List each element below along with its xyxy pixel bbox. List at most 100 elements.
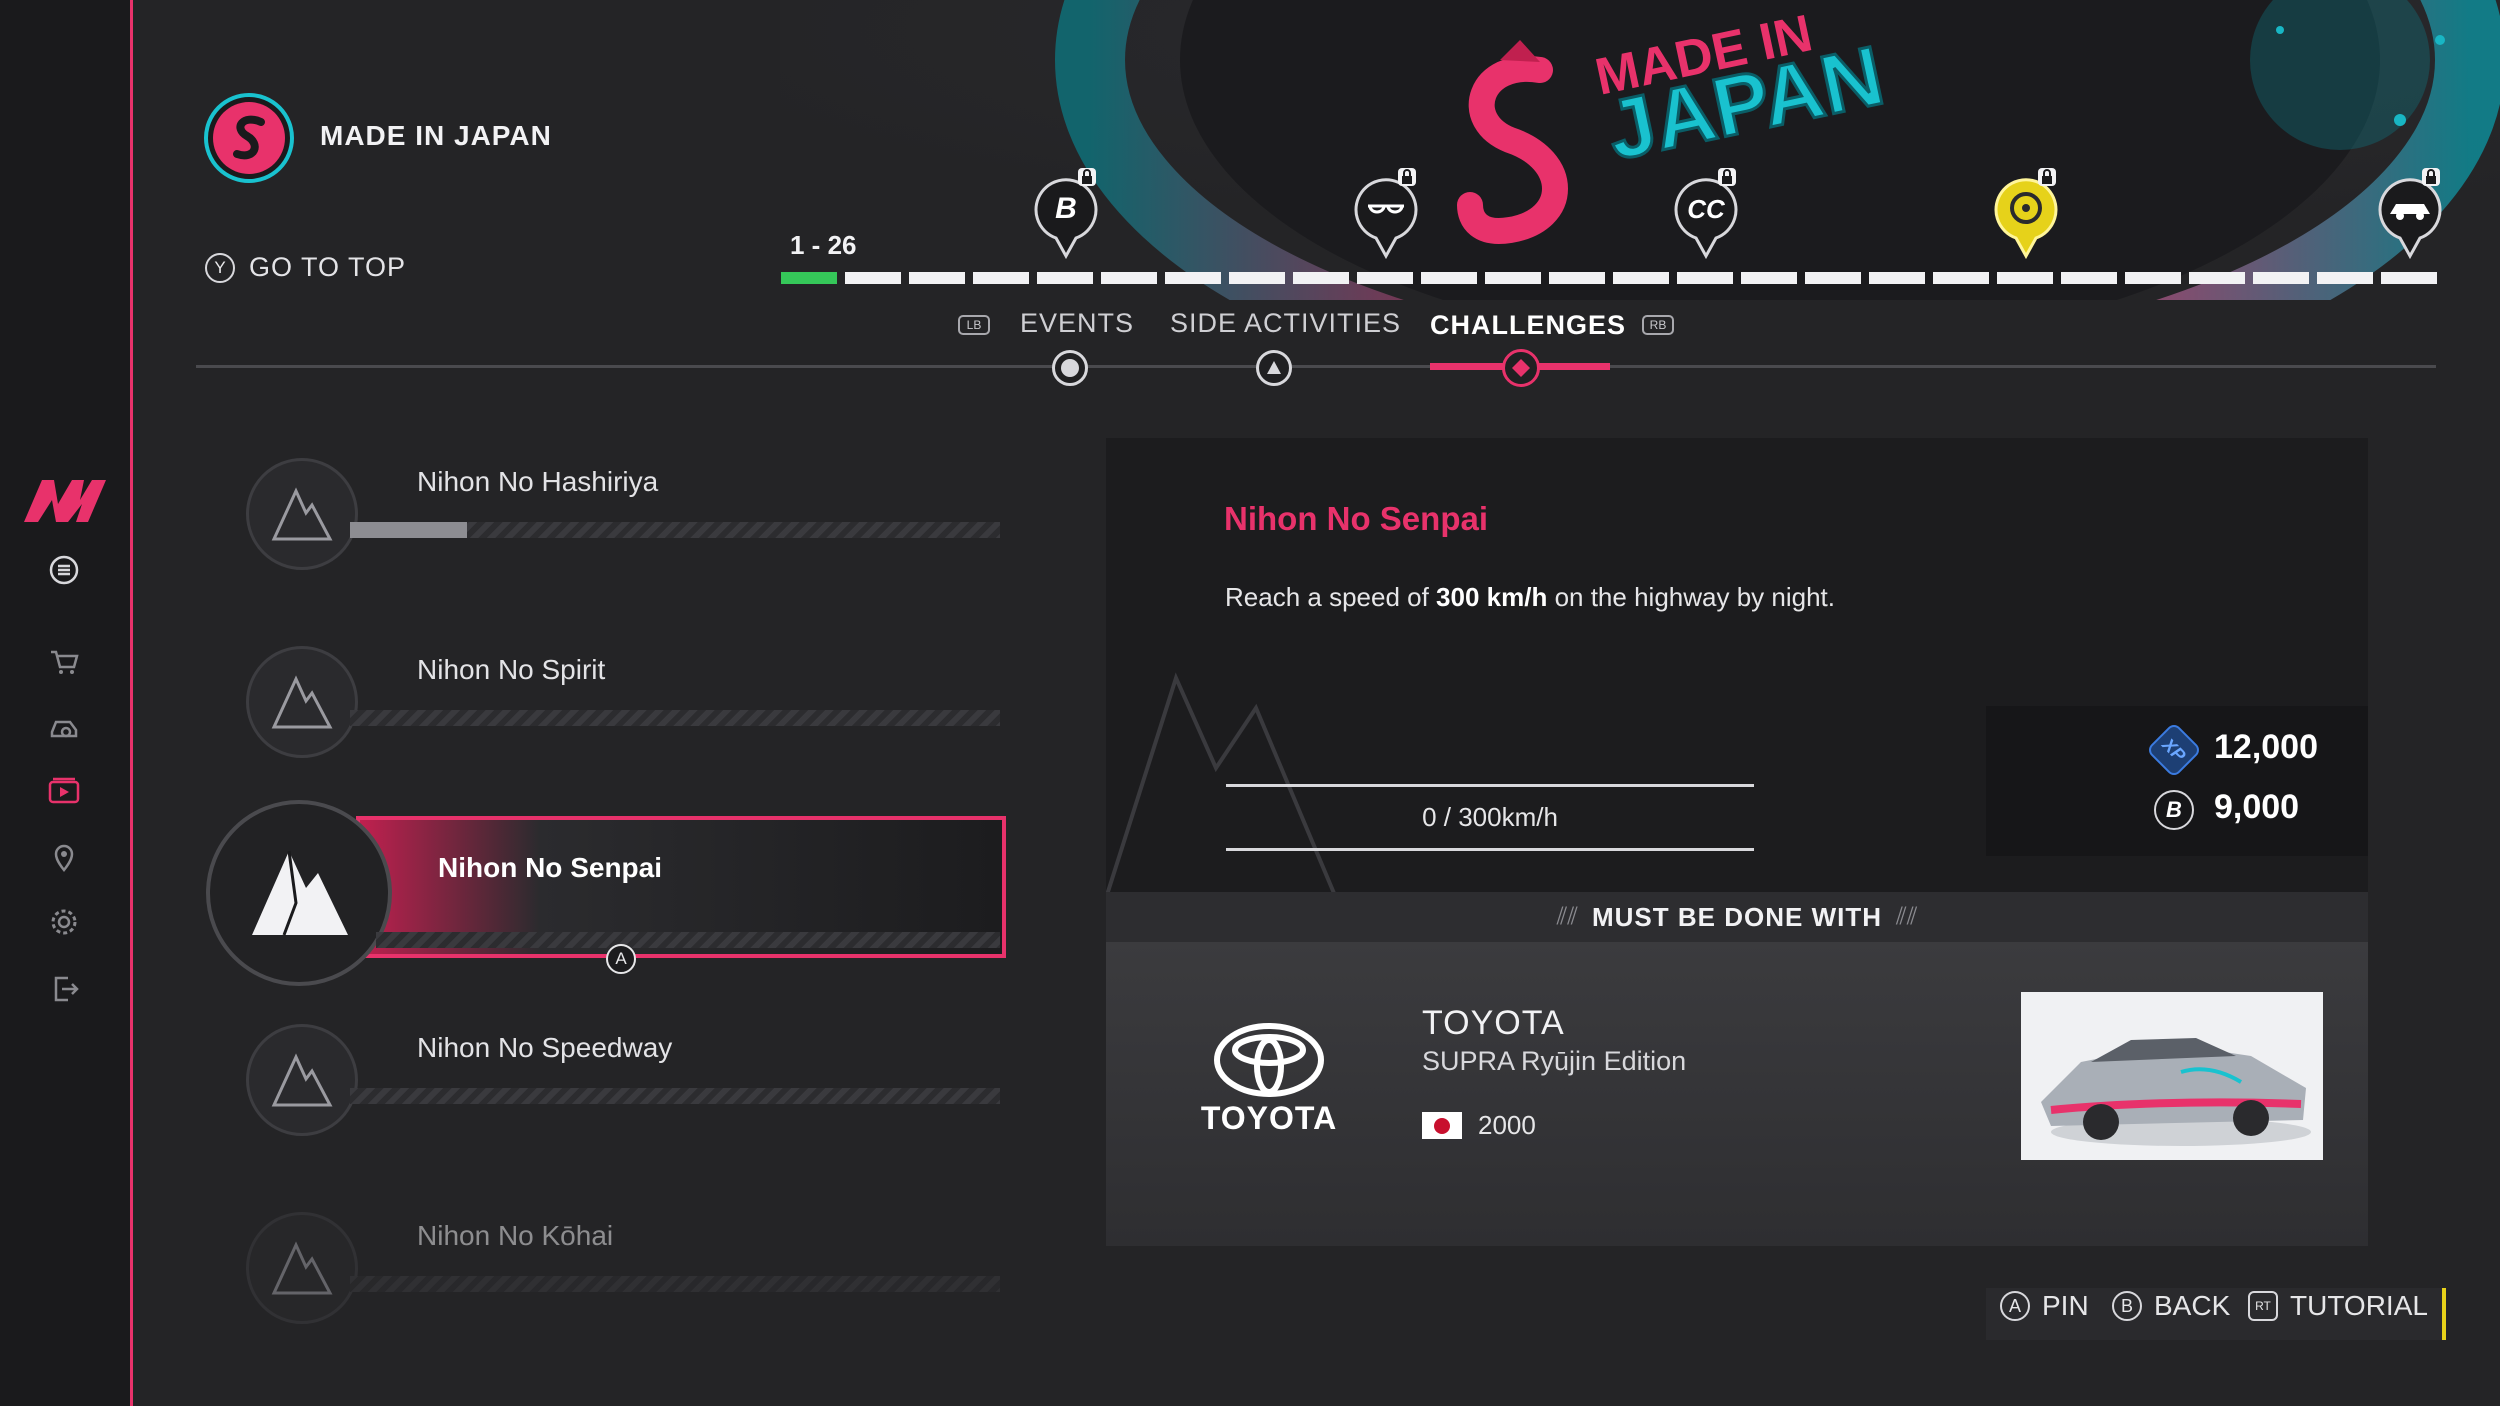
game-logo — [20, 470, 110, 530]
progress-segment — [1165, 272, 1221, 284]
detail-title: Nihon No Senpai — [1224, 500, 1488, 537]
mountain-badge-icon — [246, 646, 358, 758]
go-to-top-button[interactable]: Y GO TO TOP — [205, 252, 406, 283]
mountain-badge-icon — [246, 1212, 358, 1324]
progress-segment — [1549, 272, 1605, 284]
wheel-reward-icon[interactable] — [1994, 168, 2058, 260]
progress-segment — [2125, 272, 2181, 284]
side-activities-tab-icon — [1256, 350, 1292, 386]
tutorial-hint[interactable]: RT TUTORIAL — [2248, 1290, 2428, 1322]
progress-segment — [1997, 272, 2053, 284]
back-label: BACK — [2154, 1290, 2231, 1321]
car-make: TOYOTA — [1422, 1004, 1565, 1042]
progress-readout-top-line — [1226, 784, 1754, 787]
sidebar — [0, 0, 133, 1406]
progress-segment — [1741, 272, 1797, 284]
challenge-detail-panel: Nihon No Senpai Reach a speed of 300 km/… — [1106, 438, 2368, 1246]
lock-icon — [2038, 168, 2056, 186]
lb-button-icon[interactable]: LB — [958, 315, 990, 335]
must-be-done-strip: ⫽⫽ MUST BE DONE WITH ⫽⫽ — [1106, 892, 2368, 942]
go-to-top-label: GO TO TOP — [249, 252, 407, 282]
playlist-icon[interactable] — [44, 772, 84, 812]
tab-side-activities[interactable]: SIDE ACTIVITIES — [1170, 308, 1401, 339]
shop-cart-icon[interactable] — [44, 642, 84, 682]
progress-segment — [2061, 272, 2117, 284]
challenge-progress-bar — [350, 1276, 1000, 1292]
back-hint[interactable]: B BACK — [2112, 1290, 2230, 1322]
challenge-item[interactable]: Nihon No Kōhai — [240, 1200, 1010, 1350]
challenge-title: Nihon No Senpai — [438, 852, 662, 883]
challenge-item[interactable]: Nihon No Speedway — [240, 1012, 1010, 1162]
xp-value: 12,000 — [2214, 728, 2318, 766]
exit-icon[interactable] — [44, 968, 84, 1008]
progress-segment — [1229, 272, 1285, 284]
lock-icon — [1398, 168, 1416, 186]
mountain-badge-icon — [246, 1024, 358, 1136]
rb-button-icon[interactable]: RB — [1642, 315, 1674, 335]
tab-events[interactable]: EVENTS — [1020, 308, 1134, 339]
toyota-logo: TOYOTA — [1194, 1022, 1344, 1142]
progress-segment — [1677, 272, 1733, 284]
progress-range-label: 1 - 26 — [790, 230, 857, 260]
map-pin-icon[interactable] — [44, 838, 84, 878]
progress-segment — [1357, 272, 1413, 284]
detail-description: Reach a speed of 300 km/h on the highway… — [1225, 582, 1835, 613]
chevrons-left-icon: ⫽⫽ — [1556, 903, 1578, 930]
challenge-title: Nihon No Kōhai — [417, 1220, 614, 1251]
challenge-item[interactable]: Nihon No Spirit — [240, 634, 1010, 784]
challenge-progress-bar — [350, 710, 1000, 726]
japan-flag-icon — [1422, 1112, 1462, 1139]
progress-segment — [1293, 272, 1349, 284]
tab-challenges[interactable]: CHALLENGES — [1430, 310, 1626, 341]
mountain-badge-icon — [246, 458, 358, 570]
progress-segment — [1421, 272, 1477, 284]
progress-segment — [2253, 272, 2309, 284]
bitcoin-reward-icon[interactable]: B — [1034, 168, 1098, 260]
svg-text:B: B — [1055, 192, 1077, 225]
progress-segment — [1037, 272, 1093, 284]
progress-segment — [909, 272, 965, 284]
bucks-value: 9,000 — [2214, 788, 2300, 826]
car-card: TOYOTA TOYOTA SUPRA Ryūjin Edition 2000 — [1106, 942, 2368, 1246]
lock-icon — [1718, 168, 1736, 186]
progress-segment — [2381, 272, 2437, 284]
event-emblem — [203, 92, 295, 184]
progress-segment — [1101, 272, 1157, 284]
pin-hint[interactable]: A PIN — [2000, 1290, 2089, 1322]
desc-text: Reach a speed of — [1225, 582, 1437, 612]
challenge-item[interactable]: Nihon No Senpai A — [206, 800, 1006, 986]
desc-speed: 300 km/h — [1436, 582, 1548, 612]
progress-segment — [845, 272, 901, 284]
settings-gear-icon[interactable] — [44, 902, 84, 942]
challenge-progress-bar — [350, 522, 1000, 538]
progress-segment — [2317, 272, 2373, 284]
rt-button-icon: RT — [2248, 1291, 2278, 1321]
progress-track — [781, 272, 2437, 284]
progress-segment — [973, 272, 1029, 284]
must-be-done-label: MUST BE DONE WITH — [1592, 901, 1882, 932]
car-year: 2000 — [1478, 1110, 1536, 1140]
tutorial-label: TUTORIAL — [2290, 1290, 2428, 1321]
sunglasses-reward-icon[interactable] — [1354, 168, 1418, 260]
challenge-title: Nihon No Speedway — [417, 1032, 673, 1063]
progress-segment — [2189, 272, 2245, 284]
a-button-icon: A — [606, 944, 636, 974]
garage-car-icon[interactable] — [44, 708, 84, 748]
challenges-tab-icon — [1502, 349, 1540, 387]
progress-segment — [1613, 272, 1669, 284]
challenge-progress-bar — [350, 1088, 1000, 1104]
progress-segment — [1805, 272, 1861, 284]
mountain-watermark-icon — [1106, 672, 1339, 898]
events-tab-icon — [1052, 350, 1088, 386]
progress-readout: 0 / 300km/h — [1422, 802, 1558, 832]
car-reward-icon[interactable] — [2378, 168, 2442, 260]
challenge-title: Nihon No Hashiriya — [417, 466, 659, 497]
menu-icon[interactable] — [44, 550, 84, 590]
progress-segment — [1869, 272, 1925, 284]
progress-readout-bottom-line — [1226, 848, 1754, 851]
chevrons-right-icon: ⫽⫽ — [1896, 903, 1918, 930]
challenge-item[interactable]: Nihon No Hashiriya — [240, 446, 1010, 596]
cc-currency-reward-icon[interactable]: CC — [1674, 168, 1738, 260]
progress-segment — [781, 272, 837, 284]
svg-text:CC: CC — [1687, 194, 1726, 224]
